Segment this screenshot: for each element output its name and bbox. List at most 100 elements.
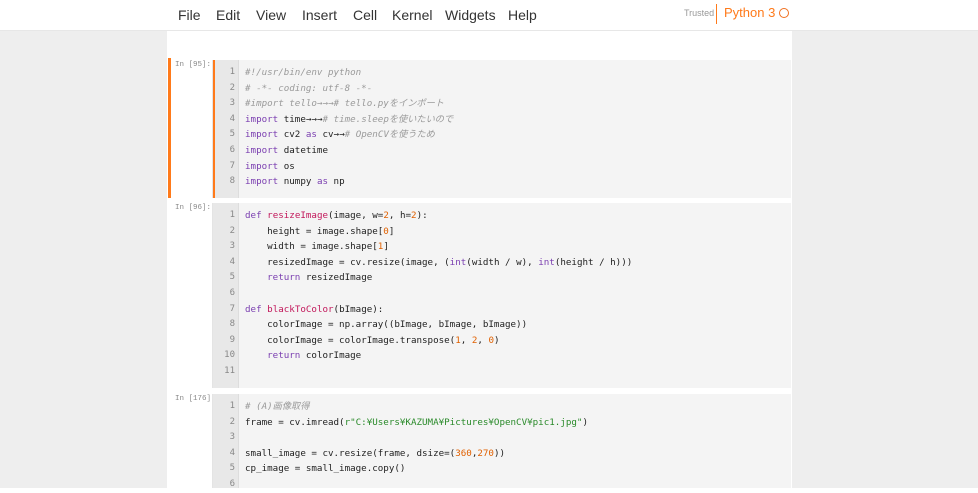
- code-token: int: [538, 256, 555, 268]
- line-number: 9: [229, 334, 235, 345]
- code-text: #!/usr/bin/env python: [245, 65, 361, 81]
- code-token: return: [267, 272, 301, 284]
- kernel-separator: [716, 4, 717, 24]
- code-token: colorImage = np.array((bImage, bImage, b…: [245, 319, 528, 331]
- code-line: 6: [213, 477, 791, 493]
- code-token: (height / h))): [554, 256, 633, 268]
- menu-widgets[interactable]: Widgets: [445, 6, 496, 24]
- code-line: 3 width = image.shape[1]: [213, 239, 791, 255]
- line-number: 5: [229, 463, 235, 474]
- code-line: 4 small_image = cv.resize(frame, dsize=(3…: [213, 446, 791, 462]
- menu-view[interactable]: View: [256, 6, 286, 24]
- code-token: cp_image = small_image.copy(): [245, 463, 406, 475]
- code-token: colorImage: [300, 350, 362, 362]
- line-number: 3: [229, 98, 235, 109]
- cell-prompt: In [96]:: [175, 204, 212, 212]
- line-number: 4: [229, 256, 235, 267]
- code-line: 3 #import tello→→→# tello.pyをインポート: [213, 96, 791, 112]
- code-token: # time.sleepを使いたいので: [322, 113, 454, 125]
- code-line: 4 resizedImage = cv.resize(image, (int(w…: [213, 255, 791, 271]
- code-cell[interactable]: In [95]: 1 #!/usr/bin/env python 2 # -*- co…: [168, 58, 791, 198]
- code-token: colorImage = colorImage.transpose(: [245, 334, 456, 346]
- code-token: return: [267, 350, 301, 362]
- line-number: 1: [229, 67, 235, 77]
- code-input[interactable]: 1 def resizeImage(image, w=2, h=2): 2 heig…: [212, 203, 791, 388]
- code-token: ): [494, 334, 500, 346]
- line-number: 1: [229, 210, 235, 220]
- code-line: 5 return resizedImage: [213, 270, 791, 286]
- code-text: colorImage = colorImage.transpose(1, 2, …: [245, 333, 500, 349]
- code-line: 6: [213, 286, 791, 302]
- line-number: 3: [229, 241, 235, 252]
- code-line: 11: [213, 364, 791, 380]
- code-token: (image, w=: [328, 210, 384, 221]
- code-token: frame = cv.imread(: [245, 416, 345, 428]
- code-line: 8 colorImage = np.array((bImage, bImage,…: [213, 317, 791, 333]
- code-line: 10 return colorImage: [213, 348, 791, 364]
- menu-cell[interactable]: Cell: [353, 6, 377, 24]
- line-number: 10: [224, 350, 235, 361]
- code-token: cv2: [278, 129, 306, 141]
- code-token: np: [328, 176, 345, 188]
- code-token: ):: [416, 210, 428, 221]
- line-number: 6: [229, 478, 235, 489]
- menu-edit[interactable]: Edit: [216, 6, 240, 24]
- code-line: 9 colorImage = colorImage.transpose(1, 2…: [213, 333, 791, 349]
- code-line: 2 # -*- coding: utf-8 -*-: [213, 81, 791, 97]
- code-token: as: [305, 129, 317, 141]
- menu-kernel[interactable]: Kernel: [392, 6, 432, 24]
- code-token: ,: [460, 334, 472, 346]
- code-line: 1 def resizeImage(image, w=2, h=2):: [213, 208, 791, 224]
- code-token: import: [245, 160, 279, 172]
- code-input[interactable]: 1 #!/usr/bin/env python 2 # -*- coding: utf…: [212, 60, 791, 198]
- code-text: import datetime: [245, 143, 328, 159]
- code-token: #!/usr/bin/env python: [245, 67, 362, 78]
- code-text: def resizeImage(image, w=2, h=2):: [245, 208, 428, 224]
- code-token: cv→→: [316, 129, 345, 141]
- kernel-name[interactable]: Python 3: [724, 5, 775, 21]
- code-token: numpy: [278, 176, 317, 188]
- code-text: resizedImage = cv.resize(image, (int(wid…: [245, 255, 632, 271]
- code-token: import: [245, 144, 279, 156]
- code-token: ]: [388, 225, 395, 237]
- code-line: 2 frame = cv.imread(r"C:¥Users¥KAZUMA¥Pic…: [213, 415, 791, 431]
- menu-file[interactable]: File: [178, 6, 201, 24]
- code-text: height = image.shape[0]: [245, 224, 394, 240]
- code-cell[interactable]: In [176]: 1 # (A)画像取得 2 frame = cv.imread(r…: [168, 392, 791, 489]
- line-number: 2: [229, 416, 235, 427]
- code-token: ]: [383, 241, 389, 253]
- code-text: return resizedImage: [245, 270, 372, 286]
- code-cell[interactable]: In [96]: 1 def resizeImage(image, w=2, h=…: [168, 201, 791, 388]
- code-line: 2 height = image.shape[0]: [213, 224, 791, 240]
- line-number: 7: [229, 303, 235, 314]
- code-text: def blackToColor(bImage):: [245, 302, 383, 318]
- code-token: # (A)画像取得: [245, 401, 310, 412]
- code-token: time→→→: [278, 113, 323, 125]
- code-line: 6 import datetime: [213, 143, 791, 159]
- trusted-indicator[interactable]: Trusted: [684, 7, 714, 19]
- code-token: import: [245, 113, 279, 125]
- code-token: as: [316, 176, 329, 188]
- code-input[interactable]: 1 # (A)画像取得 2 frame = cv.imread(r"C:¥Users¥…: [212, 394, 791, 489]
- code-line: 4 import time→→→# time.sleepを使いたいので: [213, 112, 791, 128]
- code-line: 1 #!/usr/bin/env python: [213, 65, 791, 81]
- menu-insert[interactable]: Insert: [302, 6, 337, 24]
- code-token: int: [449, 256, 467, 268]
- code-token: 360: [455, 447, 472, 459]
- code-token: import: [245, 129, 279, 141]
- code-line: 1 # (A)画像取得: [213, 399, 791, 415]
- line-number: 6: [229, 144, 235, 155]
- code-token: (bImage):: [333, 303, 384, 315]
- code-token: width = image.shape[: [245, 241, 378, 253]
- code-token: blackToColor: [267, 303, 334, 315]
- code-text: import numpy as np: [245, 174, 345, 190]
- code-text: colorImage = np.array((bImage, bImage, b…: [245, 317, 527, 333]
- code-token: resizedImage = cv.resize(image, (: [245, 256, 450, 268]
- menu-help[interactable]: Help: [508, 6, 537, 24]
- line-number: 6: [229, 287, 235, 298]
- code-token: datetime: [278, 144, 328, 156]
- line-number: 8: [229, 176, 235, 187]
- cell-prompt: In [176]:: [175, 395, 216, 403]
